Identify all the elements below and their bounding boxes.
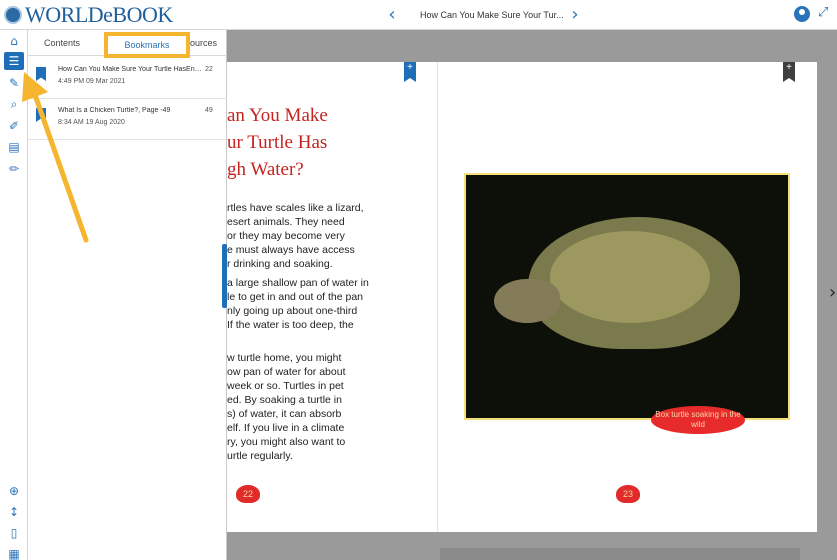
book-spread: + + an You Make ur Turtle Has gh Water? … — [227, 62, 817, 532]
add-bookmark-right-icon[interactable]: + — [783, 62, 795, 82]
edit-icon[interactable]: ✐ — [4, 117, 24, 135]
page-heading: an You Make ur Turtle Has gh Water? — [227, 105, 328, 180]
bookmark-page: 49 — [205, 107, 213, 114]
paragraph-2: a large shallow pan of water in le to ge… — [227, 277, 369, 331]
bookmarks-panel: Contents Resources Bookmarks How Can You… — [28, 30, 227, 560]
bookmark-time: 4:49 PM 09 Mar 2021 — [58, 78, 126, 85]
search-icon[interactable]: ⌕ — [4, 95, 24, 113]
expand-icon[interactable]: ⤢ — [818, 5, 828, 20]
chevron-right-icon[interactable]: › — [567, 6, 583, 24]
home-icon[interactable]: ⌂ — [4, 32, 24, 50]
pencil-icon[interactable]: ✏ — [4, 160, 24, 178]
panel-tabs: Contents Resources Bookmarks — [28, 30, 227, 58]
page-number-left: 22 — [231, 482, 265, 508]
highlight-icon[interactable]: ✎ — [4, 74, 24, 92]
logo-text: WORLDeBOOK — [25, 2, 173, 27]
zoom-in-icon[interactable]: ⊕ — [4, 482, 24, 500]
note-icon[interactable]: ▤ — [4, 138, 24, 156]
left-toolbar: ⌂ ☰ ✎ ⌕ ✐ ▤ ✏ ⊕ ↕ ▯ ▦ — [0, 30, 28, 560]
add-bookmark-left-icon[interactable]: + — [404, 62, 416, 82]
bookmark-time: 8:34 AM 19 Aug 2020 — [58, 119, 125, 126]
list-icon[interactable]: ☰ — [4, 52, 24, 70]
page-divider — [437, 62, 438, 532]
tab-contents[interactable]: Contents — [44, 38, 80, 48]
user-icon[interactable] — [794, 6, 810, 22]
panel-collapse-handle[interactable] — [222, 244, 227, 308]
bookmark-icon — [36, 67, 46, 81]
bookmark-item[interactable]: What Is a Chicken Turtle?, Page -49 8:34… — [28, 99, 227, 140]
paragraph-3: w turtle home, you might ow pan of water… — [227, 352, 346, 462]
bottom-scroll-area — [440, 548, 800, 560]
photo-caption: Box turtle soaking in the wild — [651, 406, 745, 434]
bookmark-icon — [36, 108, 46, 122]
single-page-icon[interactable]: ▯ — [4, 524, 24, 542]
globe-icon — [4, 6, 22, 24]
top-bar: WORLDeBOOK ‹ How Can You Make Sure Your … — [0, 0, 837, 30]
fit-page-icon[interactable]: ↕ — [4, 503, 24, 521]
tab-bookmarks[interactable]: Bookmarks — [104, 32, 190, 58]
bookmark-page: 22 — [205, 66, 213, 73]
bookmark-item[interactable]: How Can You Make Sure Your Turtle HasEno… — [28, 58, 227, 99]
worldebook-logo[interactable]: WORLDeBOOK — [4, 3, 173, 27]
paragraph-1: rtles have scales like a lizard, esert a… — [227, 202, 364, 270]
grid-icon[interactable]: ▦ — [4, 545, 24, 560]
page-number-right: 23 — [611, 482, 645, 508]
next-page-icon[interactable]: › — [829, 282, 836, 303]
book-title: How Can You Make Sure Your Tur... — [420, 10, 564, 20]
chevron-left-icon[interactable]: ‹ — [384, 6, 400, 24]
bookmark-title: How Can You Make Sure Your Turtle HasEno… — [58, 66, 203, 73]
bookmark-title: What Is a Chicken Turtle?, Page -49 — [58, 107, 171, 114]
turtle-photo — [464, 173, 790, 420]
